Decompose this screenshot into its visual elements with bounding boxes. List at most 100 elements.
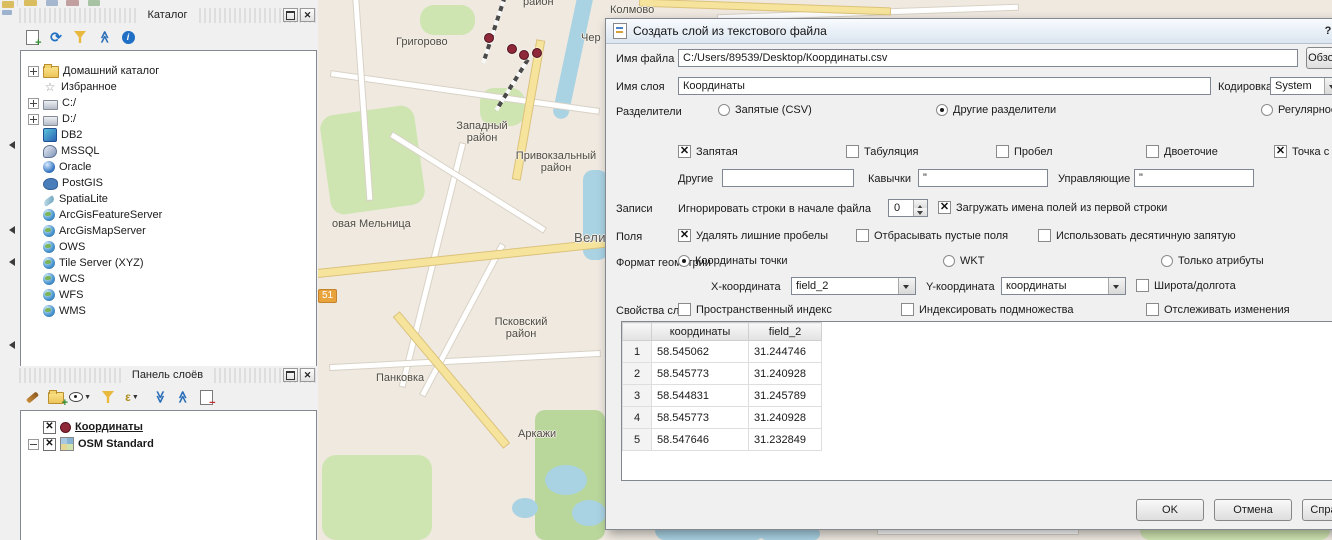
- catalog-item-postgis[interactable]: PostGIS: [21, 175, 103, 191]
- catalog-item-db2[interactable]: DB2: [21, 127, 82, 143]
- map-railway: [481, 0, 506, 64]
- catalog-item-label: OWS: [59, 241, 85, 253]
- float-panel-button[interactable]: [283, 8, 298, 22]
- map-label: Привокзальный район: [504, 150, 608, 174]
- expander-icon[interactable]: [28, 439, 39, 450]
- browser-panel-titlebar[interactable]: Каталог: [19, 8, 316, 23]
- road-number-badge: 51: [318, 289, 337, 303]
- layer-item-koordinaty[interactable]: Координаты: [21, 419, 143, 435]
- map-themes-button[interactable]: ▼: [69, 387, 91, 407]
- panel-toggle-arrow[interactable]: [5, 141, 15, 149]
- catalog-item-favorites[interactable]: ☆Избранное: [21, 79, 117, 95]
- catalog-item-arcgismapserver[interactable]: ArcGisMapServer: [21, 223, 146, 239]
- radio-regex[interactable]: Регулярное выражение: [1261, 104, 1332, 116]
- quote-input[interactable]: ": [918, 169, 1048, 187]
- layers-panel-titlebar[interactable]: Панель слоёв: [19, 368, 316, 383]
- mssql-icon: [43, 145, 57, 158]
- x-field-combo[interactable]: field_2: [791, 277, 916, 295]
- layers-tree[interactable]: Координаты OSM Standard: [20, 410, 317, 540]
- refresh-button[interactable]: ⟳: [45, 27, 67, 47]
- table-row: 5 58.547646 31.232849: [623, 429, 822, 451]
- escape-input[interactable]: ": [1134, 169, 1254, 187]
- layer-visibility-checkbox[interactable]: [43, 421, 56, 434]
- row-number: 2: [623, 363, 652, 385]
- ok-button[interactable]: OK: [1136, 499, 1204, 521]
- checkbox-subset-index[interactable]: Индексировать подмножества: [901, 303, 1074, 316]
- radio-attributes-only[interactable]: Только атрибуты: [1161, 255, 1264, 267]
- checkbox-first-row-fields[interactable]: Загружать имена полей из первой строки: [938, 201, 1167, 214]
- checkbox-trim-fields[interactable]: Удалять лишние пробелы: [678, 229, 828, 242]
- catalog-item-wms[interactable]: WMS: [21, 303, 86, 319]
- catalog-item-wfs[interactable]: WFS: [21, 287, 83, 303]
- other-delimiter-input[interactable]: [722, 169, 854, 187]
- catalog-item-drive-d[interactable]: D:/: [21, 111, 76, 127]
- catalog-item-tileserver[interactable]: Tile Server (XYZ): [21, 255, 144, 271]
- catalog-item-label: SpatiaLite: [59, 193, 108, 205]
- sample-data-table[interactable]: координаты field_2 1 58.545062 31.244746…: [621, 321, 1332, 481]
- cancel-button[interactable]: Отмена: [1214, 499, 1292, 521]
- browser-tree[interactable]: Домашний каталог ☆Избранное C:/ D:/ DB2 …: [20, 50, 317, 368]
- expander-icon[interactable]: [28, 98, 39, 109]
- layer-name-input[interactable]: Координаты: [678, 77, 1211, 95]
- catalog-item-spatialite[interactable]: SpatiaLite: [21, 191, 108, 207]
- catalog-item-ows[interactable]: OWS: [21, 239, 85, 255]
- help-dialog-button[interactable]: Справка: [1302, 499, 1332, 521]
- catalog-item-arcgisfeatureserver[interactable]: ArcGisFeatureServer: [21, 207, 162, 223]
- checkbox-spatial-index[interactable]: Пространственный индекс: [678, 303, 832, 316]
- layer-item-osm-standard[interactable]: OSM Standard: [21, 436, 154, 452]
- qgis-window: район Колмово Григорово Чер Западный рай…: [0, 0, 1332, 540]
- expand-all-button[interactable]: ≫: [149, 387, 171, 407]
- spin-up-icon[interactable]: [914, 200, 927, 208]
- help-button[interactable]: ?: [1320, 23, 1332, 39]
- spin-down-icon[interactable]: [914, 208, 927, 216]
- radio-custom-delimiters[interactable]: Другие разделители: [936, 104, 1056, 116]
- checkbox-discard-empty[interactable]: Отбрасывать пустые поля: [856, 229, 1008, 242]
- filter-legend-button[interactable]: [97, 387, 119, 407]
- float-panel-button[interactable]: [283, 368, 298, 382]
- cell: 58.545773: [652, 407, 749, 429]
- collapse-all-button[interactable]: ≫: [171, 387, 193, 407]
- catalog-item-oracle[interactable]: Oracle: [21, 159, 91, 175]
- catalog-item-home[interactable]: Домашний каталог: [21, 63, 159, 79]
- radio-wkt[interactable]: WKT: [943, 255, 984, 267]
- checkbox-decimal-comma[interactable]: Использовать десятичную запятую: [1038, 229, 1236, 242]
- radio-point-coordinates[interactable]: Координаты точки: [678, 255, 788, 267]
- collapse-all-button[interactable]: ≫: [93, 27, 115, 47]
- checkbox-comma[interactable]: Запятая: [678, 145, 738, 158]
- remove-layer-button[interactable]: [195, 387, 217, 407]
- layer-styling-button[interactable]: [21, 387, 43, 407]
- radio-csv[interactable]: Запятые (CSV): [718, 104, 812, 116]
- catalog-item-mssql[interactable]: MSSQL: [21, 143, 100, 159]
- fields-label: Поля: [616, 231, 642, 243]
- catalog-item-wcs[interactable]: WCS: [21, 271, 85, 287]
- panel-toggle-arrow[interactable]: [5, 226, 15, 234]
- add-group-button[interactable]: [45, 387, 67, 407]
- expander-icon[interactable]: [28, 66, 39, 77]
- wkt-label: WKT: [960, 255, 984, 267]
- layer-visibility-checkbox[interactable]: [43, 438, 56, 451]
- map-park: [319, 104, 427, 216]
- skip-lines-spinbox[interactable]: 0: [888, 199, 928, 217]
- add-selected-layers-button[interactable]: [21, 27, 43, 47]
- encoding-combo[interactable]: System: [1270, 77, 1332, 95]
- checkbox-watch-file[interactable]: Отслеживать изменения: [1146, 303, 1290, 316]
- checkbox-colon[interactable]: Двоеточие: [1146, 145, 1218, 158]
- checkbox-dms[interactable]: Широта/долгота: [1136, 279, 1236, 292]
- table-row: 1 58.545062 31.244746: [623, 341, 822, 363]
- catalog-item-drive-c[interactable]: C:/: [21, 95, 76, 111]
- panel-toggle-arrow[interactable]: [5, 258, 15, 266]
- dialog-titlebar[interactable]: Создать слой из текстового файла: [606, 19, 1332, 44]
- filter-browser-button[interactable]: [69, 27, 91, 47]
- checkbox-tab[interactable]: Табуляция: [846, 145, 918, 158]
- close-panel-button[interactable]: ✕: [300, 8, 315, 22]
- panel-toggle-arrow[interactable]: [5, 341, 15, 349]
- properties-widget-button[interactable]: i: [117, 27, 139, 47]
- expression-filter-button[interactable]: ε▼: [121, 387, 143, 407]
- file-name-input[interactable]: C:/Users/89539/Desktop/Координаты.csv: [678, 49, 1298, 67]
- y-field-combo[interactable]: координаты: [1001, 277, 1126, 295]
- browse-button[interactable]: Обзор: [1306, 47, 1332, 69]
- checkbox-space[interactable]: Пробел: [996, 145, 1053, 158]
- expander-icon[interactable]: [28, 114, 39, 125]
- close-panel-button[interactable]: ✕: [300, 368, 315, 382]
- checkbox-semicolon[interactable]: Точка с запятой: [1274, 145, 1332, 158]
